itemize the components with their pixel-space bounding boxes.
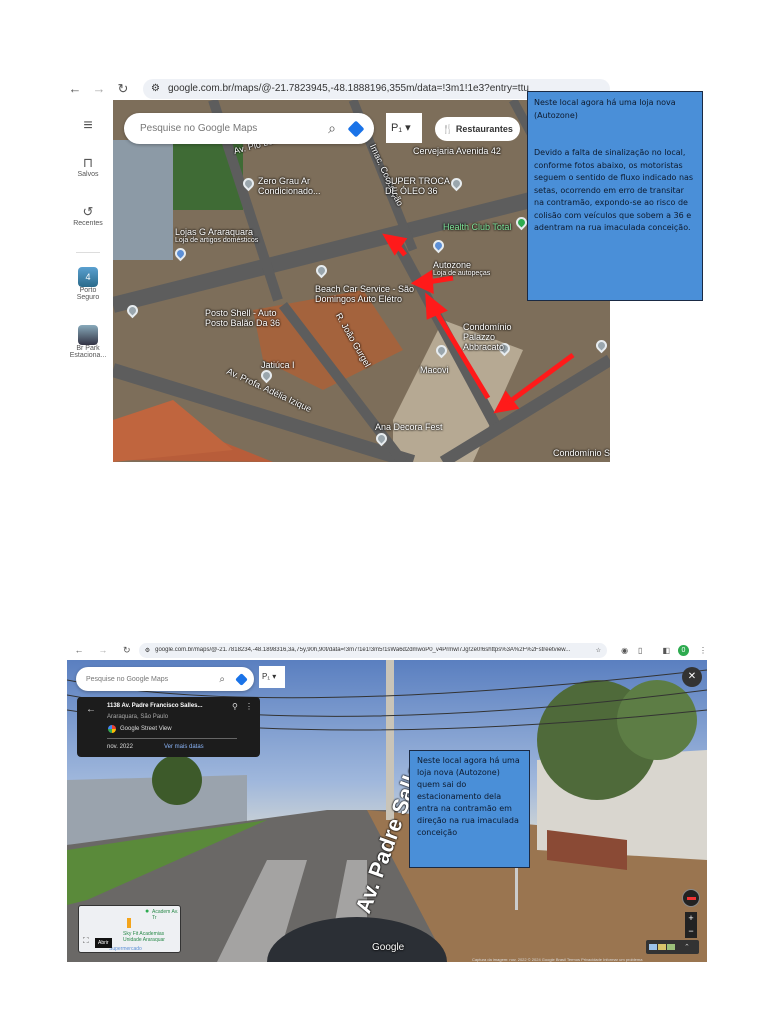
url-text: google.com.br/maps/@-21.7823945,-48.1888… [167, 83, 529, 94]
sidebar-item-porto-seguro[interactable]: 4 Porto Seguro [63, 267, 113, 301]
sidebar-item-label: Porto Seguro [76, 287, 100, 301]
minimap-label: Supermercado [109, 946, 142, 952]
search-input[interactable]: Pesquise no Google Maps [86, 676, 219, 683]
callout-text: Neste local agora há uma loja nova (Auto… [417, 756, 520, 837]
map-label: Condomínio S [553, 448, 610, 458]
browser-toolbar: ← → ↻ ⚙ google.com.br/maps/@-21.7818234,… [67, 640, 707, 660]
minimap[interactable]: ● Academ Av. Tr Sky Fit Academias Unidad… [78, 905, 181, 953]
bookmark-icon: ⊓ [82, 155, 94, 170]
address-bar[interactable]: ⚙ google.com.br/maps/@-21.7818234,-48.18… [138, 642, 608, 658]
zoom-controls: + − [685, 912, 697, 938]
open-tooltip: Abrir [95, 938, 112, 948]
pegman-icon [127, 918, 131, 928]
profile-avatar[interactable]: 0 [678, 644, 689, 656]
map-label: Beach Car Service - São Domingos Auto El… [315, 284, 415, 304]
place-thumbnail: 4 [78, 267, 98, 287]
map-label: Condomínio Palazzo Abbracato [463, 322, 512, 352]
google-icon [108, 725, 116, 733]
more-dates-link[interactable]: Ver mais datas [164, 744, 204, 750]
map-label: Health Club Total [443, 222, 512, 232]
menu-kebab-icon[interactable]: ⋮ [699, 646, 707, 655]
extension-icon[interactable]: ◉ [621, 646, 628, 655]
compass-button[interactable] [682, 889, 700, 907]
footer-text: Captura da imagem: nov. 2022 © 2024 Goog… [472, 957, 643, 962]
back-button[interactable]: ← [63, 81, 87, 96]
map-label: Posto Shell - Auto Posto Balão Da 36 [205, 308, 281, 328]
restaurants-chip[interactable]: 🍴 Restaurantes [435, 117, 520, 141]
star-icon[interactable]: ☆ [596, 647, 601, 654]
site-settings-icon[interactable]: ⚙ [151, 83, 160, 94]
source-label: Google Street View [120, 726, 172, 732]
directions-icon[interactable] [235, 672, 248, 686]
thumbnail[interactable] [649, 944, 657, 950]
google-watermark: Google [372, 942, 405, 953]
sidebar-item-br-park[interactable]: Br Park Estaciona... [63, 325, 113, 359]
sidebar-item-salvos[interactable]: ⊓ Salvos [63, 155, 113, 178]
more-icon[interactable]: ⋮ [245, 702, 253, 711]
maps-search-box[interactable]: Pesquise no Google Maps ⌕ [124, 113, 374, 144]
layer-label: P₁ [391, 122, 403, 134]
reload-button[interactable]: ↻ [115, 645, 139, 656]
divider [76, 252, 100, 253]
site-settings-icon[interactable]: ⚙ [145, 647, 150, 654]
divider [107, 738, 237, 739]
zoom-out-button[interactable]: − [685, 925, 697, 938]
map-label: Autozone [433, 260, 472, 270]
map-label: Cervejaria Avenida 42 [413, 146, 501, 156]
map-label: Ana Decora Fest [375, 422, 443, 432]
place-title: 1138 Av. Padre Francisco Salles... [107, 703, 203, 709]
url-text: google.com.br/maps/@-21.7818234,-48.1898… [155, 647, 571, 653]
place-card: ← 1138 Av. Padre Francisco Salles... ⚲ ⋮… [77, 697, 260, 757]
forward-button[interactable]: → [87, 81, 111, 96]
expand-up-icon[interactable]: ⌃ [684, 943, 690, 951]
search-input[interactable]: Pesquise no Google Maps [140, 123, 328, 134]
map-label: Zero Grau Ar Condicionado... [258, 176, 321, 196]
map-label: Loja de autopeças [433, 270, 491, 277]
layer-toggle[interactable]: P₁ ▾ [386, 113, 422, 143]
forward-button[interactable]: → [91, 645, 115, 655]
map-label: Macovi [420, 365, 449, 375]
thumbnail[interactable] [667, 944, 675, 950]
chip-label: Restaurantes [455, 124, 513, 134]
directions-icon[interactable] [347, 120, 365, 137]
search-icon[interactable]: ⌕ [328, 120, 336, 137]
callout-text: Neste local agora há uma loja nova (Auto… [534, 98, 676, 120]
place-thumbnail [78, 325, 98, 345]
extension-icon[interactable]: ▯ [638, 646, 642, 655]
pin-icon[interactable]: ⚲ [232, 702, 238, 711]
back-arrow-icon[interactable]: ← [86, 704, 96, 715]
zoom-in-button[interactable]: + [685, 912, 697, 925]
count-badge: 4 [85, 272, 91, 282]
layer-label: P₁ [262, 672, 271, 681]
place-subtitle: Araraquara, São Paulo [107, 714, 169, 720]
maps-search-box[interactable]: Pesquise no Google Maps ⌕ [76, 667, 254, 691]
map-label: Jatiúca I [261, 360, 295, 370]
callout-text: Devido a falta de sinalização no local, … [534, 148, 694, 232]
back-button[interactable]: ← [67, 645, 91, 655]
sidebar-item-recentes[interactable]: ↺ Recentes [63, 204, 113, 227]
minimap-label: Sky Fit Academias Unidade Araraquar [123, 931, 165, 943]
minimap-label: Academ Av. Tr [152, 909, 179, 921]
search-icon[interactable]: ⌕ [219, 674, 225, 685]
history-icon: ↺ [82, 204, 94, 219]
sidebar-item-label: Br Park Estaciona... [69, 345, 107, 359]
restaurant-icon: 🍴 [442, 124, 454, 134]
annotation-callout: Neste local agora há uma loja nova (Auto… [527, 91, 703, 301]
thumbnail[interactable] [658, 944, 666, 950]
annotation-callout: Neste local agora há uma loja nova (Auto… [409, 750, 530, 868]
menu-button[interactable]: ≡ [63, 117, 113, 135]
sidepanel-icon[interactable]: ◧ [662, 646, 670, 655]
sidebar-item-label: Recentes [73, 220, 103, 227]
map-label: Loja de artigos domésticos [175, 237, 259, 244]
close-button[interactable]: ✕ [682, 667, 702, 687]
photo-strip[interactable]: ⌃ [646, 940, 699, 954]
map-pin-icon: ● [145, 908, 150, 915]
capture-date: nov. 2022 [107, 744, 133, 750]
sidebar-item-label: Salvos [77, 171, 99, 178]
expand-icon[interactable]: ⛶ [83, 936, 89, 946]
reload-button[interactable]: ↻ [111, 81, 135, 97]
map-label: SUPER TROCA DE ÓLEO 36 [385, 176, 450, 196]
layer-toggle[interactable]: P₁ ▾ [259, 666, 285, 688]
map-label: Lojas G Araraquara [175, 227, 254, 237]
